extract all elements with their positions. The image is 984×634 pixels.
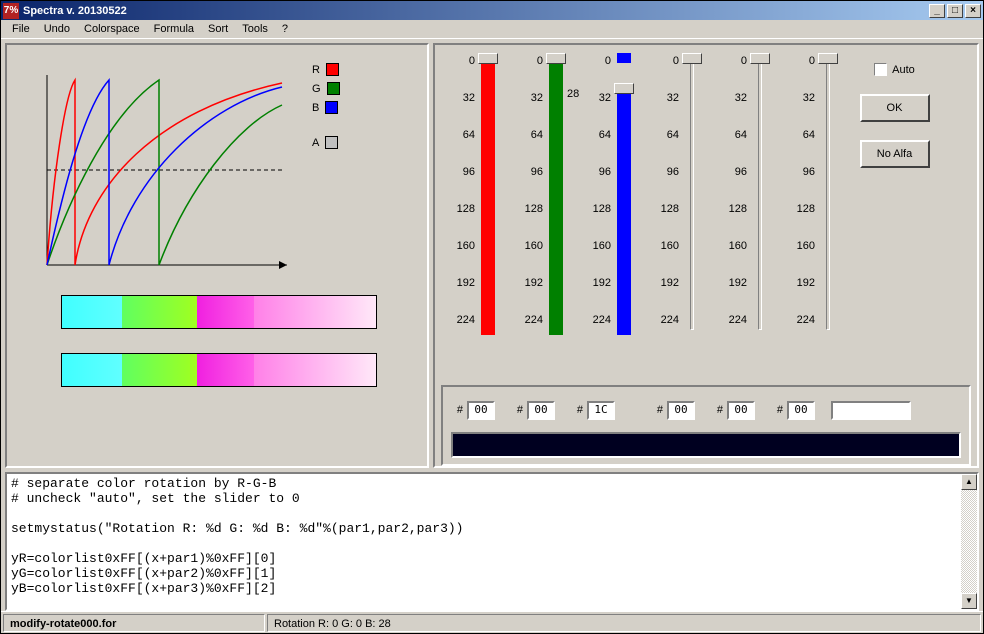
- color-preview-bar: [451, 432, 961, 458]
- slider-fill-blue: [617, 93, 631, 335]
- slider-5[interactable]: 0326496128160192224: [711, 53, 779, 379]
- hash-label: #: [573, 404, 583, 416]
- slider-b[interactable]: 0 2832 6496128160192224: [575, 53, 643, 379]
- slider-thumb[interactable]: [682, 53, 702, 64]
- slider-thumb[interactable]: [750, 53, 770, 64]
- minimize-button[interactable]: _: [929, 4, 945, 18]
- menu-tools[interactable]: Tools: [235, 21, 275, 37]
- maximize-button[interactable]: □: [947, 4, 963, 18]
- sliders-panel: 0326496128160192224 0326496128160192224: [433, 43, 979, 468]
- slider-thumb[interactable]: [818, 53, 838, 64]
- legend-r: R: [312, 63, 340, 76]
- close-button[interactable]: ×: [965, 4, 981, 18]
- slider-g[interactable]: 0326496128160192224: [507, 53, 575, 379]
- tick-labels: 0326496128160192224: [517, 53, 547, 328]
- slider-6[interactable]: 0326496128160192224: [779, 53, 847, 379]
- tick-labels: 0326496128160192224: [721, 53, 751, 328]
- hash-label: #: [453, 404, 463, 416]
- hash-label: #: [713, 404, 723, 416]
- code-panel: # separate color rotation by R-G-B # unc…: [5, 472, 979, 611]
- menu-colorspace[interactable]: Colorspace: [77, 21, 147, 37]
- thumb-value-label: 28: [567, 86, 579, 102]
- vertical-scrollbar[interactable]: ▲ ▼: [961, 474, 977, 609]
- hex-input-5[interactable]: 00: [727, 401, 755, 420]
- legend: R G B A: [297, 55, 340, 285]
- slider-thumb[interactable]: [546, 53, 566, 64]
- tick-labels: 0 2832 6496128160192224: [585, 53, 615, 328]
- titlebar: 7% Spectra v. 20130522 _ □ ×: [1, 1, 983, 20]
- tick-labels: 0326496128160192224: [653, 53, 683, 328]
- graph-panel: R G B A: [5, 43, 429, 468]
- menubar: File Undo Colorspace Formula Sort Tools …: [1, 20, 983, 39]
- slider-thumb[interactable]: [478, 53, 498, 64]
- slider-fill-green: [549, 63, 563, 335]
- hex-input-1[interactable]: 00: [467, 401, 495, 420]
- swatch-red: [326, 63, 339, 76]
- menu-formula[interactable]: Formula: [147, 21, 201, 37]
- hash-label: #: [653, 404, 663, 416]
- hash-label: #: [773, 404, 783, 416]
- status-filename: modify-rotate000.for: [3, 614, 265, 632]
- auto-label: Auto: [892, 64, 915, 76]
- slider-4[interactable]: 0326496128160192224: [643, 53, 711, 379]
- swatch-blue: [325, 101, 338, 114]
- slider-fill-red: [481, 63, 495, 335]
- legend-b: B: [312, 101, 340, 114]
- legend-label: R: [312, 64, 320, 76]
- legend-label: A: [312, 137, 319, 149]
- statusbar: modify-rotate000.for Rotation R: 0 G: 0 …: [1, 611, 983, 633]
- legend-a: A: [312, 136, 340, 149]
- swatch-green: [327, 82, 340, 95]
- swatch-alpha: [325, 136, 338, 149]
- hex-input-6[interactable]: 00: [787, 401, 815, 420]
- status-message: Rotation R: 0 G: 0 B: 28: [267, 614, 981, 632]
- menu-undo[interactable]: Undo: [37, 21, 77, 37]
- color-swatch: [831, 401, 911, 420]
- hash-label: #: [513, 404, 523, 416]
- hex-input-2[interactable]: 00: [527, 401, 555, 420]
- no-alfa-button[interactable]: No Alfa: [860, 140, 930, 168]
- menu-help[interactable]: ?: [275, 21, 295, 37]
- legend-label: B: [312, 102, 319, 114]
- tick-labels: 0326496128160192224: [789, 53, 819, 328]
- auto-checkbox-row[interactable]: Auto: [874, 63, 915, 76]
- ok-button[interactable]: OK: [860, 94, 930, 122]
- legend-label: G: [312, 83, 321, 95]
- hex-panel: # 00 # 00 # 1C # 00 # 00: [441, 385, 971, 466]
- slider-r[interactable]: 0326496128160192224: [439, 53, 507, 379]
- tick-labels: 0326496128160192224: [449, 53, 479, 328]
- code-textarea[interactable]: # separate color rotation by R-G-B # unc…: [7, 474, 961, 609]
- gradient-preview-top: [61, 295, 377, 329]
- auto-checkbox[interactable]: [874, 63, 887, 76]
- hex-input-4[interactable]: 00: [667, 401, 695, 420]
- curve-chart: [17, 55, 297, 285]
- app-icon: 7%: [3, 3, 19, 19]
- window-title: Spectra v. 20130522: [23, 5, 927, 17]
- legend-g: G: [312, 82, 340, 95]
- menu-file[interactable]: File: [5, 21, 37, 37]
- gradient-preview-bottom: [61, 353, 377, 387]
- menu-sort[interactable]: Sort: [201, 21, 235, 37]
- scroll-up-icon[interactable]: ▲: [961, 474, 977, 490]
- scroll-down-icon[interactable]: ▼: [961, 593, 977, 609]
- hex-input-3[interactable]: 1C: [587, 401, 615, 420]
- slider-thumb[interactable]: [614, 83, 634, 94]
